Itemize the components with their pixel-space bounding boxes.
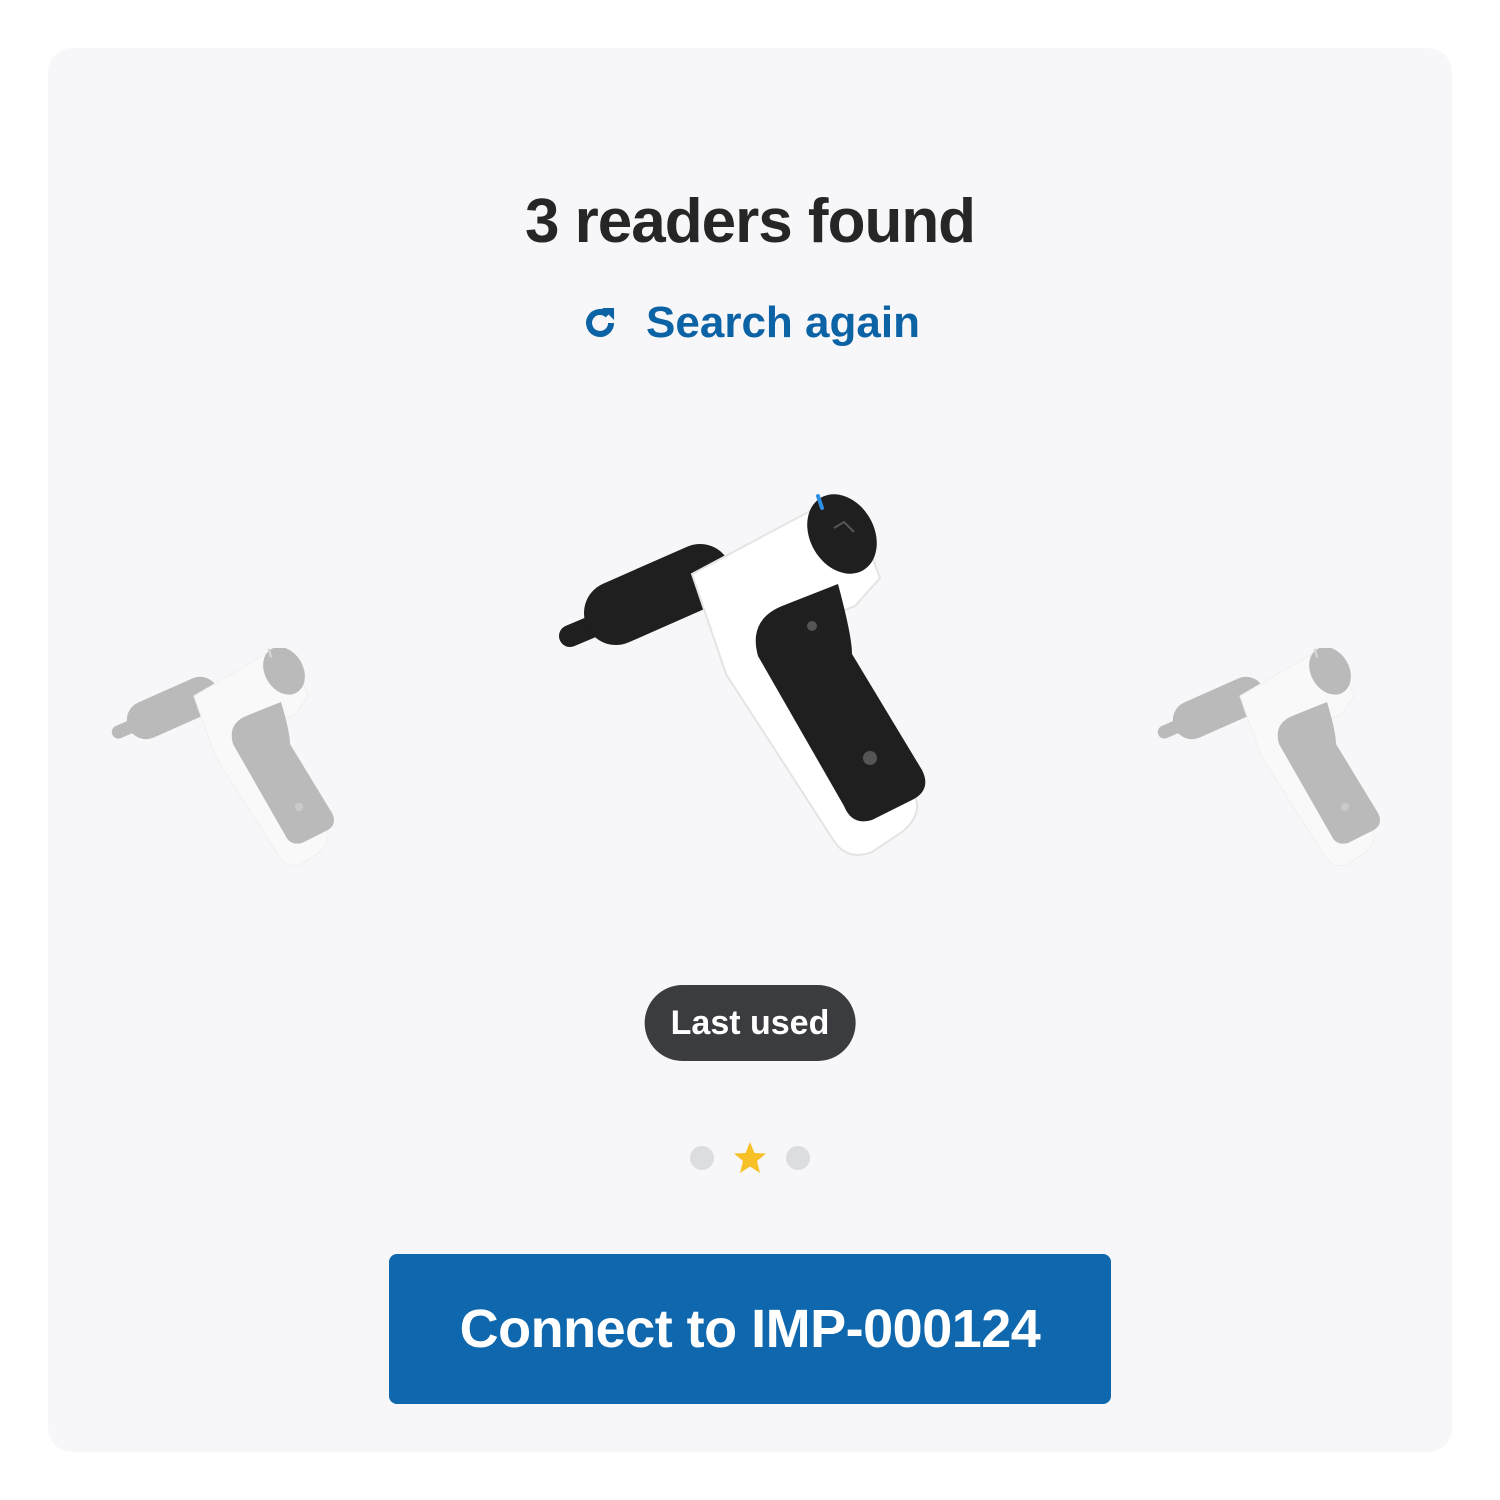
page-title: 3 readers found <box>524 187 976 256</box>
search-again-button[interactable]: Search again <box>580 298 920 348</box>
reader-next[interactable] <box>1156 648 1396 888</box>
star-icon[interactable] <box>732 1140 768 1176</box>
search-again-label: Search again <box>646 298 920 347</box>
card-reader-icon <box>559 494 926 856</box>
reader-current[interactable] <box>550 488 950 888</box>
reader-carousel[interactable] <box>48 488 1452 908</box>
last-used-badge: Last used <box>644 985 856 1061</box>
card-reader-icon <box>1157 648 1380 867</box>
reader-previous[interactable] <box>110 648 350 888</box>
page-dot-1[interactable] <box>690 1146 714 1170</box>
page-dot-3[interactable] <box>786 1146 810 1170</box>
refresh-icon <box>586 308 615 337</box>
reader-discovery-card: 3 readers found Search again Last used C… <box>48 48 1452 1452</box>
card-reader-icon <box>111 648 334 867</box>
carousel-pagination <box>690 1140 810 1176</box>
connect-button[interactable]: Connect to IMP-000124 <box>389 1254 1111 1404</box>
